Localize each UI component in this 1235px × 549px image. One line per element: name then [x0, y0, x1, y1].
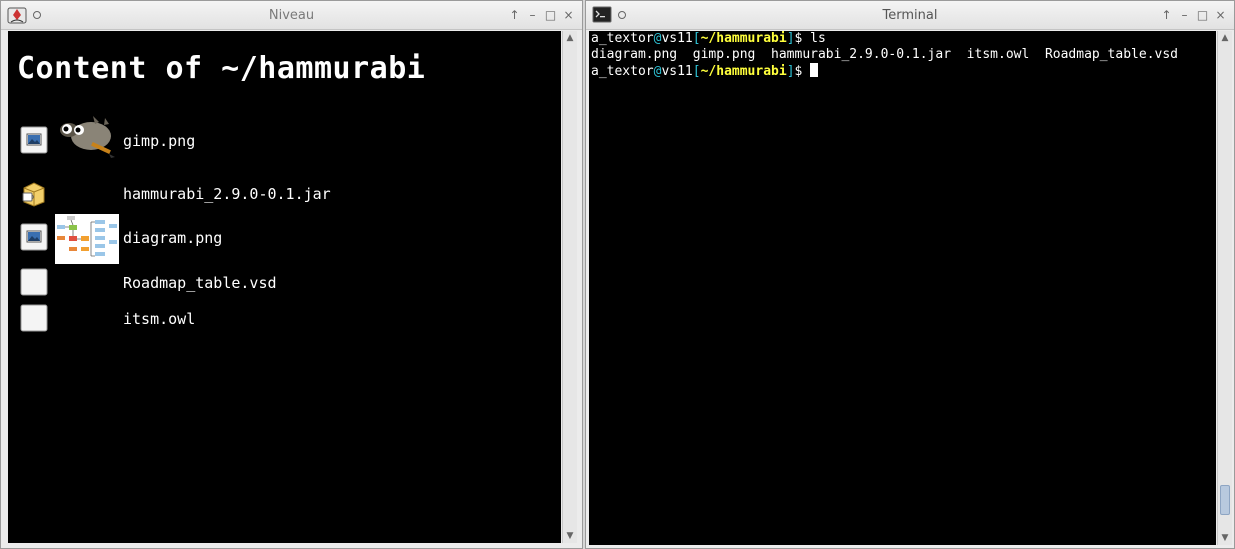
minimize-button[interactable]: –: [1177, 7, 1192, 23]
diagram-thumbnail: [55, 214, 119, 264]
file-name: gimp.png: [123, 132, 196, 150]
prompt-dir: ~/hammurabi: [700, 31, 787, 46]
gimp-mascot-thumbnail: [60, 116, 115, 158]
prompt-user: a_textor: [591, 64, 654, 79]
file-name: Roadmap_table.vsd: [123, 274, 277, 292]
prompt-user: a_textor: [591, 31, 654, 46]
terminal-titlebar[interactable]: Terminal ↑ – □ ×: [586, 1, 1234, 30]
prompt-bracket-open: [: [692, 31, 701, 46]
scroll-down-arrow-icon[interactable]: ▼: [1218, 531, 1232, 545]
niveau-titlebar[interactable]: Niveau ↑ – □ ×: [1, 1, 582, 30]
file-name: diagram.png: [123, 229, 223, 247]
command-output: diagram.png gimp.png hammurabi_2.9.0-0.1…: [591, 47, 1178, 62]
page-title: Content of ~/hammurabi: [17, 51, 426, 86]
command-text: ls: [810, 31, 826, 46]
prompt-bracket-close: ]: [786, 64, 795, 79]
text-cursor: [810, 63, 819, 77]
prompt-dir: ~/hammurabi: [700, 64, 787, 79]
blank-file-icon: [20, 304, 48, 332]
scroll-up-arrow-icon[interactable]: ▲: [1218, 31, 1232, 45]
vertical-scrollbar[interactable]: ▲ ▼: [562, 31, 577, 543]
up-button[interactable]: ↑: [1159, 7, 1174, 23]
close-button[interactable]: ×: [561, 7, 576, 23]
terminal-line: a_textor@vs11[~/hammurabi]$: [591, 63, 1216, 79]
java-archive-icon: [22, 182, 45, 207]
prompt-bracket-open: [: [692, 64, 701, 79]
image-file-icon: [20, 126, 48, 154]
terminal-window: Terminal ↑ – □ × a_textor@vs11[~/hammura…: [585, 0, 1235, 549]
prompt-bracket-close: ]: [786, 31, 795, 46]
prompt-host: vs11: [661, 31, 693, 46]
prompt-host: vs11: [661, 64, 693, 79]
image-file-icon: [20, 223, 48, 251]
prompt-symbol: $: [794, 31, 811, 46]
scroll-thumb[interactable]: [1220, 485, 1230, 515]
up-button[interactable]: ↑: [507, 7, 522, 23]
maximize-button[interactable]: □: [1195, 7, 1210, 23]
window-title: Niveau: [268, 8, 315, 23]
scroll-up-arrow-icon[interactable]: ▲: [563, 31, 577, 45]
scroll-down-arrow-icon[interactable]: ▼: [563, 529, 577, 543]
vertical-scrollbar[interactable]: ▲ ▼: [1217, 31, 1232, 545]
terminal-line: a_textor@vs11[~/hammurabi]$ ls: [591, 31, 1216, 47]
minimize-button[interactable]: –: [525, 7, 540, 23]
file-name: hammurabi_2.9.0-0.1.jar: [123, 185, 331, 203]
blank-file-icon: [20, 268, 48, 296]
file-name: itsm.owl: [123, 310, 196, 328]
close-button[interactable]: ×: [1213, 7, 1228, 23]
niveau-window: Niveau ↑ – □ × Content of ~/hammurabi gi…: [0, 0, 583, 549]
terminal-output[interactable]: a_textor@vs11[~/hammurabi]$ ls diagram.p…: [589, 31, 1216, 545]
prompt-symbol: $: [794, 64, 811, 79]
directory-listing-panel: Content of ~/hammurabi gimp.png hammurab…: [8, 31, 561, 543]
window-title: Terminal: [882, 8, 938, 23]
maximize-button[interactable]: □: [543, 7, 558, 23]
